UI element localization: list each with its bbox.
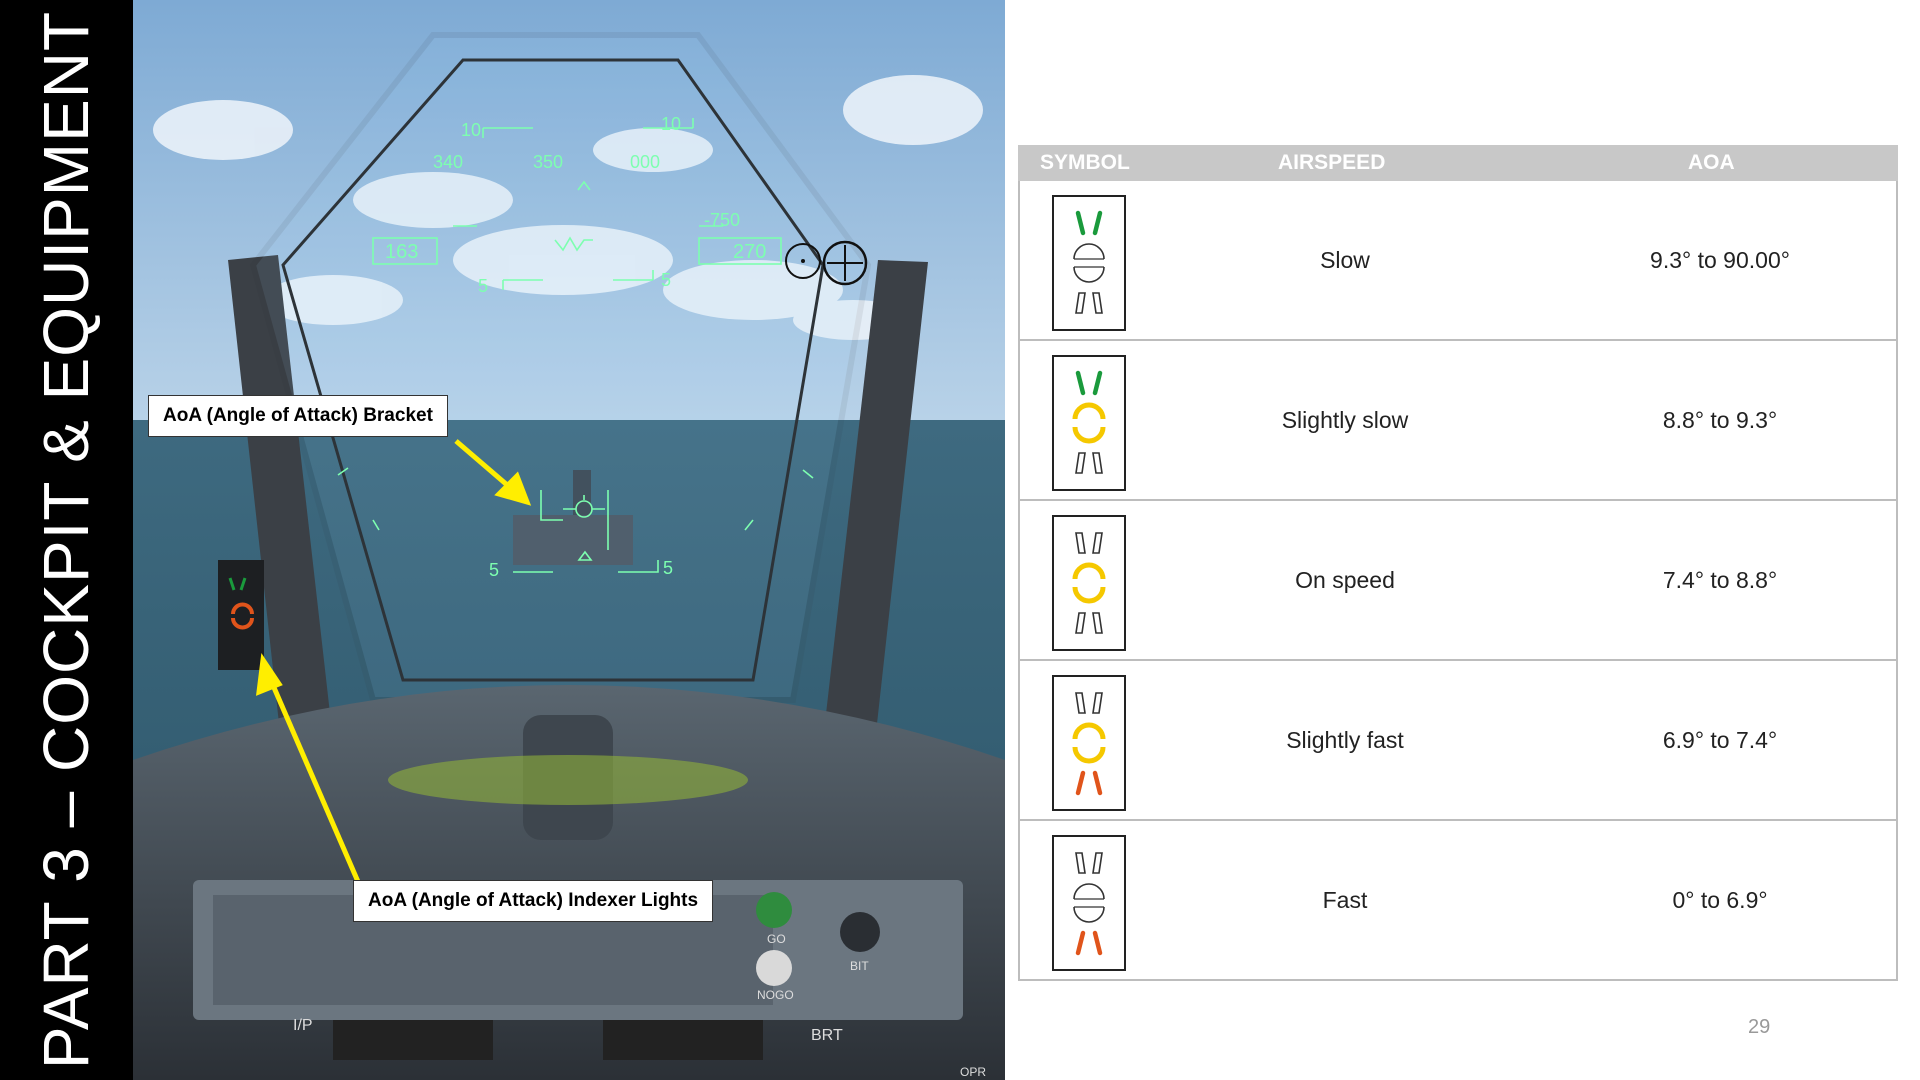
airspeed-cell: Fast	[1322, 887, 1368, 913]
header-symbol: SYMBOL	[1040, 151, 1130, 174]
side-title-bar: PART 3 – COCKPIT & EQUIPMENT	[0, 0, 133, 1080]
hud-bracket-left: 5	[489, 560, 499, 580]
page-number: 29	[1748, 1016, 1771, 1038]
cockpit-image: GO NOGO BIT I/P BRT OPR 10 10 340 350 00…	[133, 0, 1005, 1080]
hud-airspeed: 163	[385, 241, 418, 263]
nogo-label: NOGO	[757, 988, 794, 1002]
aoa-bracket-callout: AoA (Angle of Attack) Bracket	[148, 395, 448, 437]
aoa-table: SYMBOL AIRSPEED AOA Slow 9.3° to 90.00° Sl…	[1018, 145, 1898, 981]
hud-vertical-speed: -750	[704, 210, 740, 230]
hud-heading-right: 000	[630, 152, 660, 172]
aoa-indexer-symbol	[1052, 515, 1126, 651]
aoa-cell: 6.9° to 7.4°	[1662, 727, 1778, 753]
aoa-cell: 9.3° to 90.00°	[1650, 247, 1790, 273]
airspeed-cell: On speed	[1295, 567, 1395, 593]
table-header: SYMBOL AIRSPEED AOA	[1018, 145, 1898, 181]
bit-label: BIT	[850, 959, 869, 973]
opr-label: OPR	[960, 1065, 986, 1079]
hud-pitch-lower-right: 5	[661, 270, 671, 290]
aoa-indexer-symbol	[1052, 195, 1126, 331]
aoa-cell: 0° to 6.9°	[1672, 887, 1768, 913]
hud-altitude: 270	[733, 241, 766, 263]
aoa-cell: 8.8° to 9.3°	[1662, 407, 1778, 433]
hud-pitch-lower-left: 5	[478, 276, 488, 296]
table-row: Slow 9.3° to 90.00°	[1020, 181, 1896, 339]
hud-pitch-upper-right: 10	[661, 114, 681, 134]
section-title: PART 3 – COCKPIT & EQUIPMENT	[30, 10, 102, 1070]
airspeed-cell: Slow	[1320, 247, 1370, 273]
header-airspeed: AIRSPEED	[1278, 151, 1386, 174]
ip-label: I/P	[293, 1017, 313, 1034]
table-row: Slightly fast 6.9° to 7.4°	[1020, 659, 1896, 819]
aoa-indexer-symbol	[1052, 835, 1126, 971]
airspeed-cell: Slightly fast	[1286, 727, 1404, 753]
table-row: Fast 0° to 6.9°	[1020, 819, 1896, 979]
aoa-cell: 7.4° to 8.8°	[1662, 567, 1778, 593]
hud-bracket-right: 5	[663, 558, 673, 578]
brt-label: BRT	[811, 1027, 843, 1044]
go-label: GO	[767, 932, 786, 946]
header-aoa: AOA	[1688, 151, 1735, 174]
aoa-indexer-symbol	[1052, 675, 1126, 811]
table-row: On speed 7.4° to 8.8°	[1020, 499, 1896, 659]
aoa-indexer-callout: AoA (Angle of Attack) Indexer Lights	[353, 880, 714, 922]
hud-pitch-upper-left: 10	[461, 120, 481, 140]
table-row: Slightly slow 8.8° to 9.3°	[1020, 339, 1896, 499]
table-body: Slow 9.3° to 90.00° Slightly slow 8.8° to 9…	[1018, 181, 1898, 981]
hud-heading-left: 340	[433, 152, 463, 172]
hud-heading-center: 350	[533, 152, 563, 172]
aoa-indexer-symbol	[1052, 355, 1126, 491]
airspeed-cell: Slightly slow	[1281, 407, 1409, 433]
